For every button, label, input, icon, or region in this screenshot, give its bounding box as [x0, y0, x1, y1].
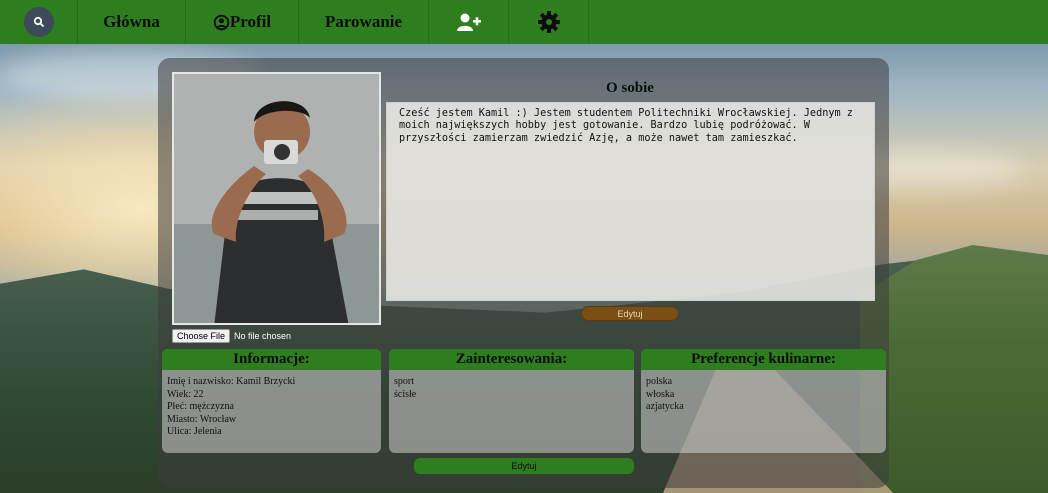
nav-pairing-link[interactable]: Parowanie [299, 0, 429, 44]
food-preferences-card-title: Preferencje kulinarne: [641, 349, 886, 370]
choose-file-button[interactable]: Choose File [172, 329, 231, 343]
list-item: polska [646, 376, 673, 387]
list-item: ścisłe [394, 388, 417, 400]
profile-photo-image [174, 74, 379, 323]
interests-card-body: sport ścisłe [389, 370, 634, 407]
about-title: O sobie [606, 80, 654, 96]
interests-card: Zainteresowania: sport ścisłe [389, 349, 634, 453]
edit-about-button[interactable]: Edytuj [581, 306, 679, 321]
food-preferences-card: Preferencje kulinarne: polska włoska azj… [641, 349, 886, 453]
search-button[interactable] [0, 0, 78, 44]
list-item: azjatycka [646, 401, 684, 412]
nav-home-label: Główna [103, 12, 160, 31]
edit-details-button[interactable]: Edytuj [414, 458, 634, 474]
info-card: Informacje: Imię i nazwisko: Kamil Brzyc… [162, 349, 381, 453]
list-item: włoska [646, 388, 675, 400]
nav-pairing-label: Parowanie [324, 12, 403, 31]
file-status: No file chosen [234, 331, 292, 341]
add-user-button[interactable] [429, 0, 509, 44]
about-textarea[interactable]: Cześć jestem Kamil :) Jestem studentem P… [386, 102, 875, 301]
add-user-icon [456, 12, 482, 32]
top-navbar: Główna Profil Parowanie [0, 0, 1048, 44]
settings-button[interactable] [509, 0, 589, 44]
info-card-title: Informacje: [162, 349, 381, 370]
nav-profile-link[interactable]: Profil [186, 0, 299, 44]
nav-profile-label: Profil [229, 12, 272, 31]
info-street: Ulica: Jelenia [167, 426, 222, 437]
profile-photo [172, 72, 381, 325]
search-icon [23, 7, 54, 37]
nav-home-link[interactable]: Główna [78, 0, 186, 44]
list-item: sport [394, 376, 414, 387]
info-gender: Płeć: mężczyzna [167, 401, 234, 412]
interests-card-title: Zainteresowania: [389, 349, 634, 370]
info-name: Imię i nazwisko: Kamil Brzycki [167, 376, 296, 387]
info-city: Miasto: Wrocław [167, 413, 237, 425]
info-age: Wiek: 22 [167, 388, 204, 400]
user-circle-icon [213, 14, 230, 31]
gear-icon [537, 10, 561, 34]
food-preferences-card-body: polska włoska azjatycka [641, 370, 886, 420]
photo-upload: Choose File No file chosen [172, 329, 291, 343]
info-card-body: Imię i nazwisko: Kamil Brzycki Wiek: 22 … [162, 370, 381, 445]
